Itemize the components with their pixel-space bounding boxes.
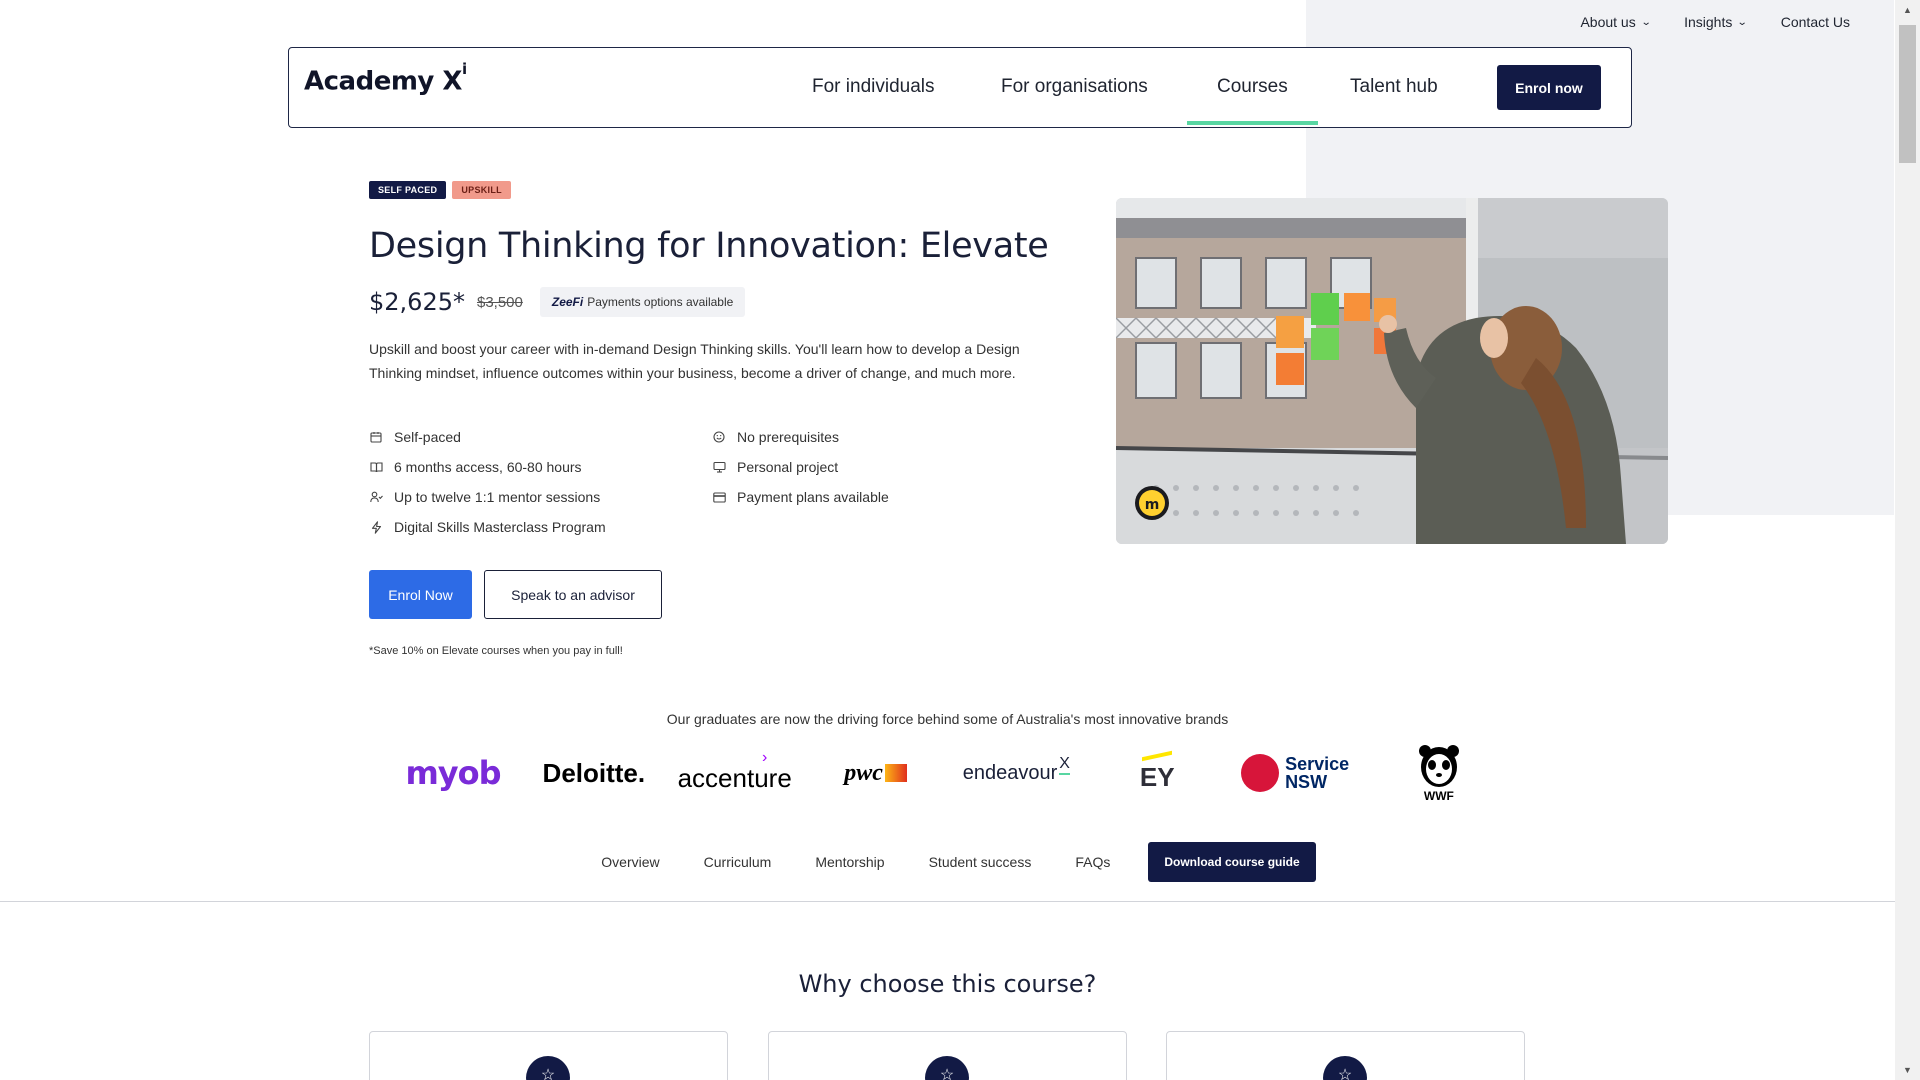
feature-item: No prerequisites <box>712 427 1012 447</box>
why-choose-heading: Why choose this course? <box>798 970 1097 998</box>
feature-item: 6 months access, 60-80 hours <box>369 457 712 477</box>
tab-mentorship[interactable]: Mentorship <box>793 854 906 870</box>
brand-logos: myob Deloitte. › accenture pwc endeavour… <box>393 740 1499 806</box>
tab-faqs[interactable]: FAQs <box>1053 854 1132 870</box>
endeavour-logo: endeavour X <box>962 755 1070 784</box>
tab-student-success[interactable]: Student success <box>907 854 1054 870</box>
save-note: *Save 10% on Elevate courses when you pa… <box>369 645 623 657</box>
chevron-down-icon: ⌄ <box>1640 16 1652 28</box>
enrol-now-button[interactable]: Enrol Now <box>369 570 472 619</box>
wwf-logo: WWF <box>1379 740 1499 806</box>
feature-item: Payment plans available <box>712 487 1012 507</box>
feature-label: Up to twelve 1:1 mentor sessions <box>394 489 601 505</box>
insights-menu[interactable]: Insights ⌄ <box>1684 14 1749 30</box>
monitor-icon <box>712 460 726 474</box>
scrollbar-thumb[interactable] <box>1899 25 1916 163</box>
price-row: $2,625* $3,500 ZeeFi Payments options av… <box>369 287 746 317</box>
book-icon <box>369 460 383 474</box>
nav-talent-hub[interactable]: Talent hub <box>1350 76 1438 98</box>
speak-to-advisor-button[interactable]: Speak to an advisor <box>484 570 662 619</box>
accenture-logo: › accenture <box>677 748 792 793</box>
service-nsw-logo: Service NSW <box>1238 740 1358 806</box>
about-us-menu[interactable]: About us ⌄ <box>1580 14 1652 30</box>
benefit-card: ☆ <box>768 1031 1127 1080</box>
mentor-icon <box>369 490 383 504</box>
lightning-icon <box>369 520 383 534</box>
course-features: Self-paced No prerequisites 6 months acc… <box>369 427 1012 537</box>
nav-for-individuals[interactable]: For individuals <box>812 76 935 98</box>
nav-courses[interactable]: Courses <box>1187 76 1318 125</box>
course-title: Design Thinking for Innovation: Elevate <box>369 226 1049 266</box>
scroll-up-icon[interactable]: ▲ <box>1895 0 1920 20</box>
page-scrollbar[interactable]: ▲ ▼ <box>1895 0 1920 1080</box>
deloitte-logo: Deloitte. <box>542 757 646 788</box>
feature-label: Digital Skills Masterclass Program <box>394 519 606 535</box>
scroll-down-icon[interactable]: ▼ <box>1895 1060 1920 1080</box>
feature-item: Personal project <box>712 457 1012 477</box>
contact-us-link[interactable]: Contact Us <box>1781 14 1850 30</box>
feature-item: Self-paced <box>369 427 712 447</box>
zeefi-logo: ZeeFi <box>551 295 584 309</box>
graduates-heading: Our graduates are now the driving force … <box>666 711 1229 727</box>
calendar-icon <box>369 430 383 444</box>
benefit-card: ☆ <box>369 1031 728 1080</box>
self-paced-badge: SELF PACED <box>369 181 447 199</box>
feature-item: Up to twelve 1:1 mentor sessions <box>369 487 712 507</box>
hero-image: m <box>1116 198 1668 544</box>
about-us-label: About us <box>1580 14 1636 30</box>
pwc-logo: pwc <box>816 740 936 806</box>
feature-label: Payment plans available <box>737 489 889 505</box>
feature-label: 6 months access, 60-80 hours <box>394 459 582 475</box>
feature-label: Personal project <box>737 459 839 475</box>
benefit-card: ☆ <box>1166 1031 1525 1080</box>
zeefi-text: Payments options available <box>587 295 734 309</box>
nav-for-organisations[interactable]: For organisations <box>1001 76 1148 98</box>
feature-label: No prerequisites <box>737 429 839 445</box>
nav-links: For individuals For organisations Course… <box>289 48 1631 127</box>
card-icon <box>712 490 726 504</box>
feature-label: Self-paced <box>394 429 461 445</box>
enrol-now-nav-button[interactable]: Enrol now <box>1497 65 1601 110</box>
tab-curriculum[interactable]: Curriculum <box>682 854 794 870</box>
utility-nav: About us ⌄ Insights ⌄ Contact Us <box>1580 14 1850 30</box>
zeefi-payments-chip[interactable]: ZeeFi Payments options available <box>539 287 746 317</box>
star-icon: ☆ <box>526 1056 570 1080</box>
course-section-tabs: Overview Curriculum Mentorship Student s… <box>0 842 1895 882</box>
upskill-badge: UPSKILL <box>452 181 511 199</box>
contact-us-label: Contact Us <box>1780 14 1850 30</box>
download-course-guide-button[interactable]: Download course guide <box>1148 842 1316 882</box>
tab-overview[interactable]: Overview <box>579 854 681 870</box>
original-price: $3,500 <box>476 293 523 311</box>
star-icon: ☆ <box>925 1056 969 1080</box>
insights-label: Insights <box>1684 14 1733 30</box>
course-badges: SELF PACED UPSKILL <box>369 181 511 199</box>
feature-item: Digital Skills Masterclass Program <box>369 517 712 537</box>
smile-icon <box>712 430 726 444</box>
section-divider <box>0 901 1895 902</box>
chevron-down-icon: ⌄ <box>1737 16 1749 28</box>
ey-logo: EY <box>1097 740 1217 806</box>
svg-text:m: m <box>1145 497 1160 513</box>
star-icon: ☆ <box>1323 1056 1367 1080</box>
main-navbar: Academy Xi For individuals For organisat… <box>288 47 1632 128</box>
myob-logo: myob <box>405 754 501 792</box>
current-price: $2,625* <box>369 288 465 316</box>
course-description: Upskill and boost your career with in-de… <box>369 341 1020 381</box>
